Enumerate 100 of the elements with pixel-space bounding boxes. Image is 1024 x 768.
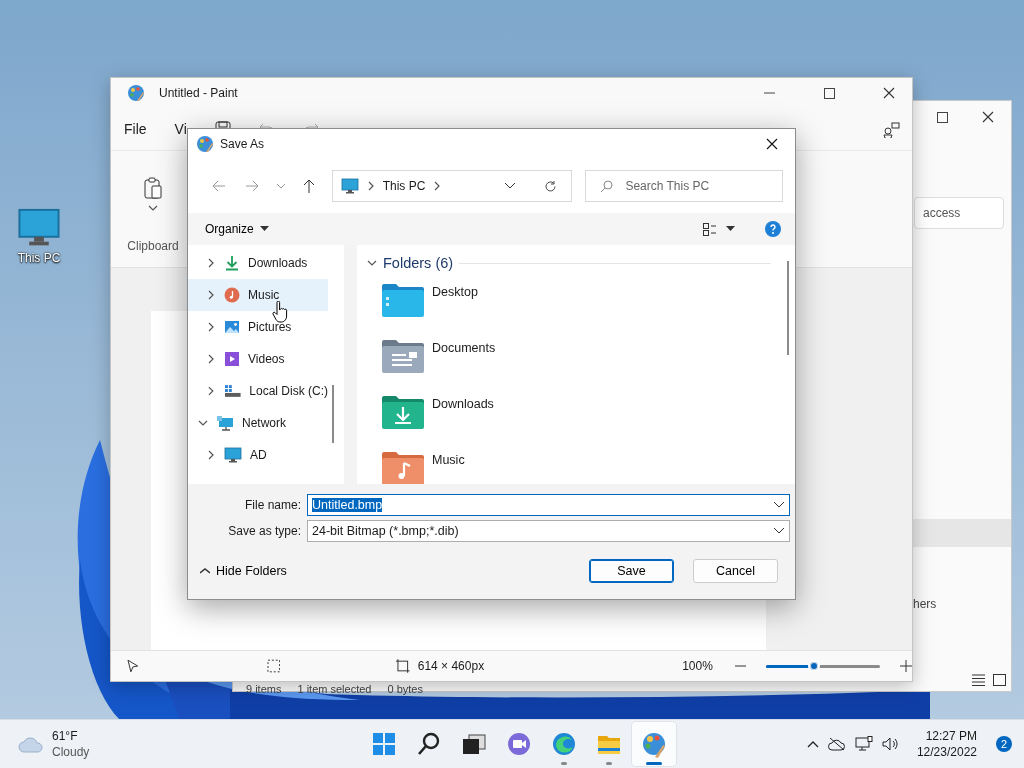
folder-item[interactable]: Downloads <box>367 383 795 439</box>
dropdown-icon[interactable] <box>774 528 784 534</box>
window-title: Untitled - Paint <box>159 86 238 100</box>
chevron-icon[interactable] <box>206 354 216 364</box>
maximize-icon <box>823 87 835 99</box>
field-label: File name: <box>243 498 301 512</box>
shapes-icon[interactable] <box>883 120 901 138</box>
dialog-title: Save As <box>220 137 265 151</box>
forward-arrow-icon <box>245 180 260 192</box>
zoom-level: 100% <box>682 659 713 673</box>
paint-palette-icon <box>127 84 145 102</box>
hide-folders-button[interactable]: Hide Folders <box>200 563 287 578</box>
chevron-icon[interactable] <box>206 290 216 300</box>
videos-icon <box>224 351 240 367</box>
canvas-size: 614 × 460px <box>417 659 485 673</box>
chevron-up-icon <box>200 567 210 574</box>
folder-item[interactable]: Documents <box>367 327 795 383</box>
close-icon <box>883 87 895 99</box>
field-label: Save as type: <box>227 524 301 538</box>
nav-item[interactable]: Local Disk (C:) <box>188 375 328 407</box>
scrollbar-thumb[interactable] <box>332 385 334 443</box>
nav-item[interactable]: AD <box>188 439 328 471</box>
cloud-offline-icon[interactable] <box>827 737 846 751</box>
clock[interactable]: 12:27 PM 12/23/2022 <box>916 728 977 760</box>
chevron-up-icon[interactable] <box>806 740 819 748</box>
chevron-icon[interactable] <box>206 258 216 268</box>
caret-icon <box>726 226 735 232</box>
item-label: hers <box>913 597 937 611</box>
temperature[interactable]: 61°F <box>52 728 90 744</box>
chevron-down-icon <box>276 183 285 189</box>
monitor-icon <box>340 178 359 194</box>
status-text: 1 item selected <box>297 683 372 695</box>
view-options-icon[interactable] <box>703 222 716 236</box>
chat-icon <box>505 730 533 758</box>
paint-palette-icon <box>640 730 668 758</box>
caret-icon <box>259 226 269 232</box>
scrollbar-thumb[interactable] <box>787 261 789 355</box>
network-icon[interactable] <box>854 736 873 752</box>
pointer-icon <box>127 659 139 673</box>
group-label: Clipboard <box>127 239 179 253</box>
details-view-icon[interactable] <box>972 674 985 686</box>
running-indicator <box>606 762 612 765</box>
maximize-icon <box>936 111 948 123</box>
weather-condition[interactable]: Cloudy <box>52 744 90 760</box>
nav-item[interactable]: Network <box>188 407 328 439</box>
notification-badge[interactable]: 2 <box>996 736 1012 752</box>
nav-item[interactable]: Music <box>188 279 328 311</box>
chevron-icon[interactable] <box>148 203 158 213</box>
search-field[interactable]: Search This PC <box>585 170 783 202</box>
search-icon <box>600 179 614 193</box>
selection-icon <box>266 659 281 673</box>
nav-item[interactable]: Downloads <box>188 247 328 279</box>
monitor-icon <box>224 447 242 463</box>
chevron-icon[interactable] <box>367 258 377 268</box>
status-text: 0 bytes <box>387 683 423 695</box>
hand-cursor-icon <box>272 301 288 323</box>
group-header[interactable]: Folders (6) <box>383 255 454 271</box>
slider-thumb[interactable] <box>808 660 821 672</box>
file-type-dropdown[interactable]: 24-bit Bitmap (*.bmp;*.dib) <box>307 520 790 542</box>
chevron-icon[interactable] <box>206 322 216 332</box>
chevron-icon[interactable] <box>206 450 216 460</box>
file-name-field[interactable]: Untitled.bmp <box>307 494 790 516</box>
organize-menu[interactable]: Organize <box>205 222 269 236</box>
help-icon[interactable] <box>765 221 781 237</box>
dropdown-icon[interactable] <box>505 183 516 189</box>
up-arrow-icon <box>303 179 315 193</box>
refresh-icon[interactable] <box>544 179 558 193</box>
clipboard-icon[interactable] <box>144 177 162 199</box>
folder-item[interactable]: Desktop <box>367 271 795 327</box>
close-icon <box>982 111 994 123</box>
menu-item[interactable]: File <box>124 121 147 137</box>
monitor-icon <box>17 207 61 247</box>
browser-icon <box>550 730 578 758</box>
canvas-size-icon <box>396 659 410 673</box>
menu-item[interactable]: Vi <box>174 121 187 137</box>
zoom-in-icon[interactable] <box>900 660 912 672</box>
start-icon <box>370 730 398 758</box>
back-arrow-icon <box>211 180 226 192</box>
address-bar[interactable]: This PC <box>331 170 573 202</box>
dialog-button[interactable]: Cancel <box>693 558 778 583</box>
network-icon <box>216 415 234 431</box>
folder-icon <box>382 395 424 429</box>
music-note-icon <box>224 287 240 303</box>
status-text: 9 items <box>246 683 282 695</box>
download-icon <box>224 255 240 271</box>
chevron-icon[interactable] <box>206 386 216 396</box>
folder-icon <box>382 283 424 317</box>
close-icon <box>766 138 778 150</box>
volume-icon[interactable] <box>881 737 900 751</box>
folder-item[interactable]: Music <box>367 439 795 484</box>
search-field[interactable]: access <box>914 197 1004 229</box>
folder-icon <box>382 339 424 373</box>
breadcrumb-item[interactable]: This PC <box>382 179 426 193</box>
nav-item[interactable]: Pictures <box>188 311 328 343</box>
chevron-icon[interactable] <box>198 418 208 428</box>
running-indicator <box>561 762 567 765</box>
dropdown-icon[interactable] <box>774 502 784 508</box>
dialog-button[interactable]: Save <box>589 558 674 583</box>
tiles-view-icon[interactable] <box>993 674 1006 686</box>
nav-item[interactable]: Videos <box>188 343 328 375</box>
